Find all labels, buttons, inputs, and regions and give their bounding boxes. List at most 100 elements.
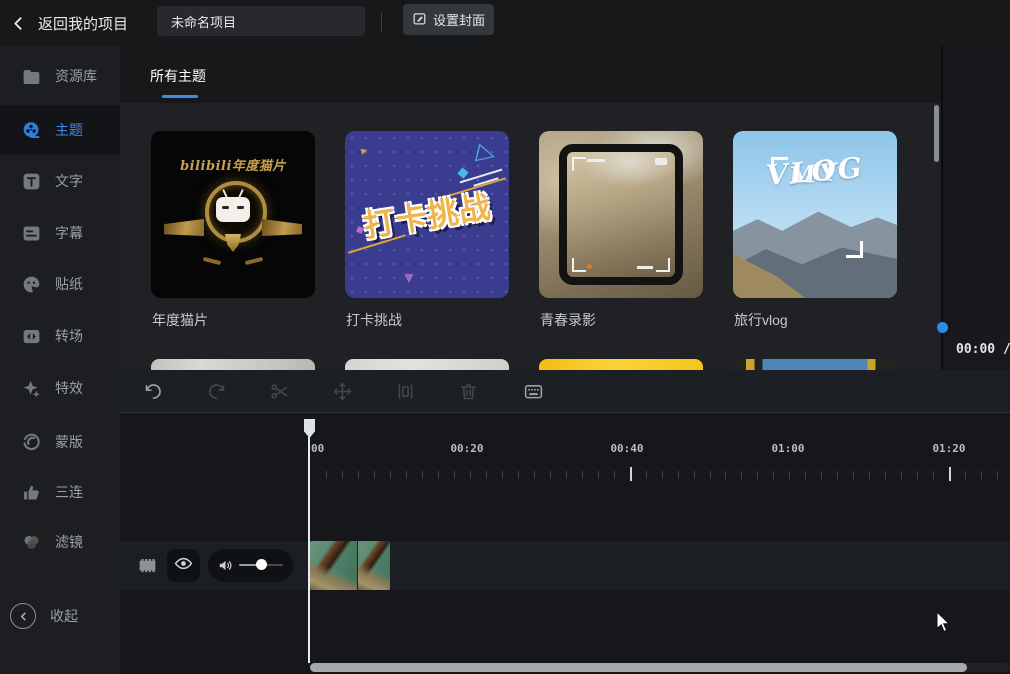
timeline-video-clip[interactable] xyxy=(310,541,390,590)
ruler-tick xyxy=(789,471,790,479)
back-to-projects-button[interactable]: 返回我的项目 xyxy=(10,0,128,46)
split-icon[interactable] xyxy=(395,381,416,402)
sidebar-item-triple[interactable]: 三连 xyxy=(0,467,120,517)
ruler-tick xyxy=(694,471,695,479)
ruler-tick xyxy=(757,471,758,479)
text-icon xyxy=(21,171,42,192)
blue-triangle-decoration: ▷ xyxy=(473,137,498,170)
edit-cover-icon xyxy=(412,11,427,29)
laurel-left xyxy=(203,257,221,265)
ruler-tick xyxy=(342,471,343,479)
gold-triangle-decoration: ▸ xyxy=(359,142,369,157)
timeline-hscroll-thumb[interactable] xyxy=(310,663,967,672)
ruler-tick xyxy=(805,471,806,479)
theme-card-partial[interactable] xyxy=(539,359,703,370)
timeline-toolbar xyxy=(120,370,1010,413)
timeline-panel: 00 00:20 00:40 01:00 01:20 xyxy=(120,370,1010,674)
ruler-label: 00:20 xyxy=(450,442,483,455)
clip-thumbnail-frame xyxy=(310,541,358,590)
cut-icon[interactable] xyxy=(269,381,290,402)
theme-card-youth-recording[interactable] xyxy=(539,131,703,298)
ruler-tick xyxy=(406,471,407,479)
sidebar-item-subtitle[interactable]: 字幕 xyxy=(0,208,120,258)
sidebar-item-label: 主题 xyxy=(55,120,83,140)
track-volume-control[interactable] xyxy=(208,549,293,582)
theme-card-annual-cat[interactable]: bilibili年度猫片 xyxy=(151,131,315,298)
sidebar-item-effects[interactable]: 特效 xyxy=(0,363,120,413)
sidebar-item-library[interactable]: 资源库 xyxy=(0,51,120,101)
ruler-tick xyxy=(374,471,375,479)
sticker-icon xyxy=(21,274,42,295)
ruler-tick xyxy=(741,471,742,479)
theme-card-partial[interactable] xyxy=(345,359,509,370)
sidebar-item-transition[interactable]: 转场 xyxy=(0,311,120,361)
collapse-sidebar-button[interactable]: 收起 xyxy=(0,591,120,641)
sidebar-item-sticker[interactable]: 贴纸 xyxy=(0,259,120,309)
move-icon[interactable] xyxy=(332,381,353,402)
ruler-label: 00:40 xyxy=(610,442,643,455)
themes-tabbar: 所有主题 xyxy=(120,46,941,103)
tab-all-themes[interactable]: 所有主题 xyxy=(150,66,206,86)
ruler-tick xyxy=(454,471,455,479)
sidebar-item-mask[interactable]: 蒙版 xyxy=(0,417,120,467)
theme-art-text-line2: VLOG xyxy=(733,148,897,195)
filmstrip-icon[interactable] xyxy=(137,555,158,576)
theme-art-text: 打卡挑战 xyxy=(348,179,505,247)
ruler-tick xyxy=(630,467,632,481)
theme-reel-icon xyxy=(21,120,42,141)
volume-slider-handle[interactable] xyxy=(256,559,267,570)
sidebar-item-text[interactable]: 文字 xyxy=(0,156,120,206)
track-visibility-toggle[interactable] xyxy=(167,549,200,582)
ruler-tick xyxy=(917,471,918,479)
redo-icon[interactable] xyxy=(206,381,227,402)
preview-panel: 00:00 / xyxy=(941,46,1010,370)
tv-mascot-face xyxy=(216,197,250,222)
ruler-tick xyxy=(582,471,583,479)
ruler-tick xyxy=(965,471,966,479)
sidebar-item-label: 特效 xyxy=(55,378,83,398)
sidebar-item-label: 字幕 xyxy=(55,223,83,243)
ruler-tick xyxy=(326,471,327,479)
theme-card-partial[interactable] xyxy=(733,359,897,370)
ruler-tick xyxy=(933,471,934,479)
playhead-handle[interactable] xyxy=(304,419,315,438)
effects-icon xyxy=(21,378,42,399)
project-name-input[interactable] xyxy=(157,6,365,36)
gold-ribbon-left xyxy=(164,219,204,236)
undo-icon[interactable] xyxy=(143,381,164,402)
sidebar-item-theme[interactable]: 主题 xyxy=(0,105,120,155)
bracket-bottom-right xyxy=(846,241,863,258)
theme-card-title: 年度猫片 xyxy=(152,310,208,330)
purple-triangle-decoration: ▼ xyxy=(401,270,417,288)
sidebar-item-filter[interactable]: 滤镜 xyxy=(0,517,120,567)
themes-vertical-scrollbar[interactable] xyxy=(934,105,939,162)
theme-card-title: 旅行vlog xyxy=(734,310,788,330)
collapse-chevron-icon xyxy=(10,603,36,629)
eye-icon xyxy=(174,554,193,578)
theme-card-checkin-challenge[interactable]: ▷ ▸ 打卡挑战 ▼ xyxy=(345,131,509,298)
theme-card-title: 打卡挑战 xyxy=(346,310,402,330)
back-label: 返回我的项目 xyxy=(38,13,128,34)
preview-seek-handle[interactable] xyxy=(937,322,948,333)
sidebar-item-label: 滤镜 xyxy=(55,532,83,552)
delete-icon[interactable] xyxy=(458,381,479,402)
playhead-line xyxy=(308,419,310,663)
tab-active-underline xyxy=(162,95,198,98)
ruler-label: 00 xyxy=(311,442,324,455)
ruler-tick xyxy=(422,471,423,479)
ruler-tick xyxy=(502,471,503,479)
theme-card-partial[interactable] xyxy=(151,359,315,370)
clip-thumbnail-frame xyxy=(358,541,390,590)
ruler-tick xyxy=(566,471,567,479)
set-cover-button[interactable]: 设置封面 xyxy=(403,4,494,35)
caption-icon[interactable] xyxy=(523,381,544,402)
ruler-tick xyxy=(550,471,551,479)
sidebar-item-label: 蒙版 xyxy=(55,432,83,452)
theme-card-travel-vlog[interactable]: MY VLOG xyxy=(733,131,897,298)
ruler-tick xyxy=(662,471,663,479)
header-divider xyxy=(381,13,382,33)
ruler-tick xyxy=(470,471,471,479)
subtitle-icon xyxy=(21,223,42,244)
ruler-tick xyxy=(997,471,998,479)
ruler-tick xyxy=(837,471,838,479)
